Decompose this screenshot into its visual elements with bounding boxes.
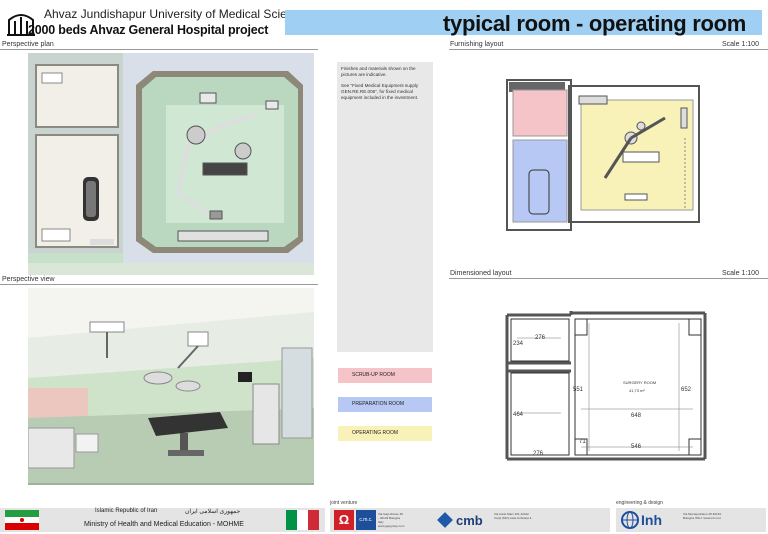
dimensioned-scale-label: Scale 1:100 bbox=[722, 270, 759, 277]
joint-venture-label: joint venture bbox=[330, 500, 358, 506]
partner3-address: Via Montepulciano 25 40133 Bologna ITALY… bbox=[683, 512, 722, 520]
ministry-name: Ministry of Health and Medical Education… bbox=[84, 521, 244, 528]
dim-234: 234 bbox=[513, 341, 524, 347]
partner2-address: Via Carlo Marx 101 41012 Carpi (MO) www.… bbox=[494, 512, 532, 520]
divider bbox=[0, 284, 318, 285]
dim-464: 464 bbox=[513, 412, 524, 418]
divider bbox=[449, 49, 768, 50]
globe-logo-icon bbox=[621, 511, 639, 529]
dim-276-bottom: 276 bbox=[533, 451, 544, 457]
room-area-label: 41,73 m² bbox=[629, 388, 645, 393]
project-name: 2000 beds Ahvaz General Hospital project bbox=[28, 23, 269, 37]
legend-operating-room: OPERATING ROOM bbox=[338, 426, 432, 441]
dim-648: 648 bbox=[631, 413, 642, 419]
perspective-view-label: Perspective view bbox=[2, 276, 55, 283]
dimensioned-layout-label: Dimensioned layout bbox=[450, 270, 512, 277]
dim-551: 551 bbox=[573, 387, 584, 393]
divider bbox=[0, 49, 318, 50]
divider bbox=[449, 278, 768, 279]
country-name-en: Islamic Republic of Iran bbox=[95, 508, 158, 514]
furnishing-layout-drawing bbox=[506, 79, 700, 231]
furnishing-layout-label: Furnishing layout bbox=[450, 41, 504, 48]
title-bar: typical room - operating room bbox=[285, 10, 762, 36]
page-title: typical room - operating room bbox=[443, 11, 746, 36]
dim-546: 546 bbox=[631, 444, 642, 450]
dim-276-top: 276 bbox=[535, 335, 546, 341]
ministry-block bbox=[0, 508, 325, 532]
country-name-fa: جمهوری اسلامی ایران bbox=[185, 509, 241, 515]
room-name-label: SURGERY ROOM bbox=[623, 380, 656, 385]
legend-preparation-room: PREPARATION ROOM bbox=[338, 397, 432, 412]
cmb-wordmark: cmb bbox=[456, 513, 483, 528]
inh-wordmark: Inh bbox=[641, 512, 662, 528]
iran-flag-icon bbox=[5, 510, 39, 530]
perspective-plan-image bbox=[28, 53, 314, 275]
engineering-label: engineering & design bbox=[616, 500, 663, 506]
dimensioned-layout-drawing: 276 234 551 652 648 464 71 276 546 SURGE… bbox=[505, 311, 707, 461]
perspective-plan-label: Perspective plan bbox=[2, 41, 54, 48]
dim-71: 71 bbox=[579, 439, 586, 445]
perspective-view-image bbox=[28, 288, 314, 485]
partner1-address: Via Gajo Rosso 39 - 40133 Bologna Italy … bbox=[378, 512, 405, 528]
note-finishes: Finishes and materials shown on the pict… bbox=[341, 66, 416, 77]
footer: Islamic Republic of Iran جمهوری اسلامی ا… bbox=[0, 500, 768, 534]
italy-flag-icon bbox=[286, 510, 319, 530]
legend-scrub-up-room: SCRUB-UP ROOM bbox=[338, 368, 432, 383]
cmc-logo-icon: c.m.c. bbox=[356, 510, 376, 530]
notes-panel: Finishes and materials shown on the pict… bbox=[337, 62, 433, 352]
dim-652: 652 bbox=[681, 387, 692, 393]
note-equipment: See "Fixed Medical Equipment supply GEN.… bbox=[341, 83, 419, 100]
gep-logo-icon: Ω bbox=[334, 510, 354, 530]
furnishing-scale-label: Scale 1:100 bbox=[722, 41, 759, 48]
university-name: Ahvaz Jundishapur University of Medical … bbox=[44, 7, 313, 21]
